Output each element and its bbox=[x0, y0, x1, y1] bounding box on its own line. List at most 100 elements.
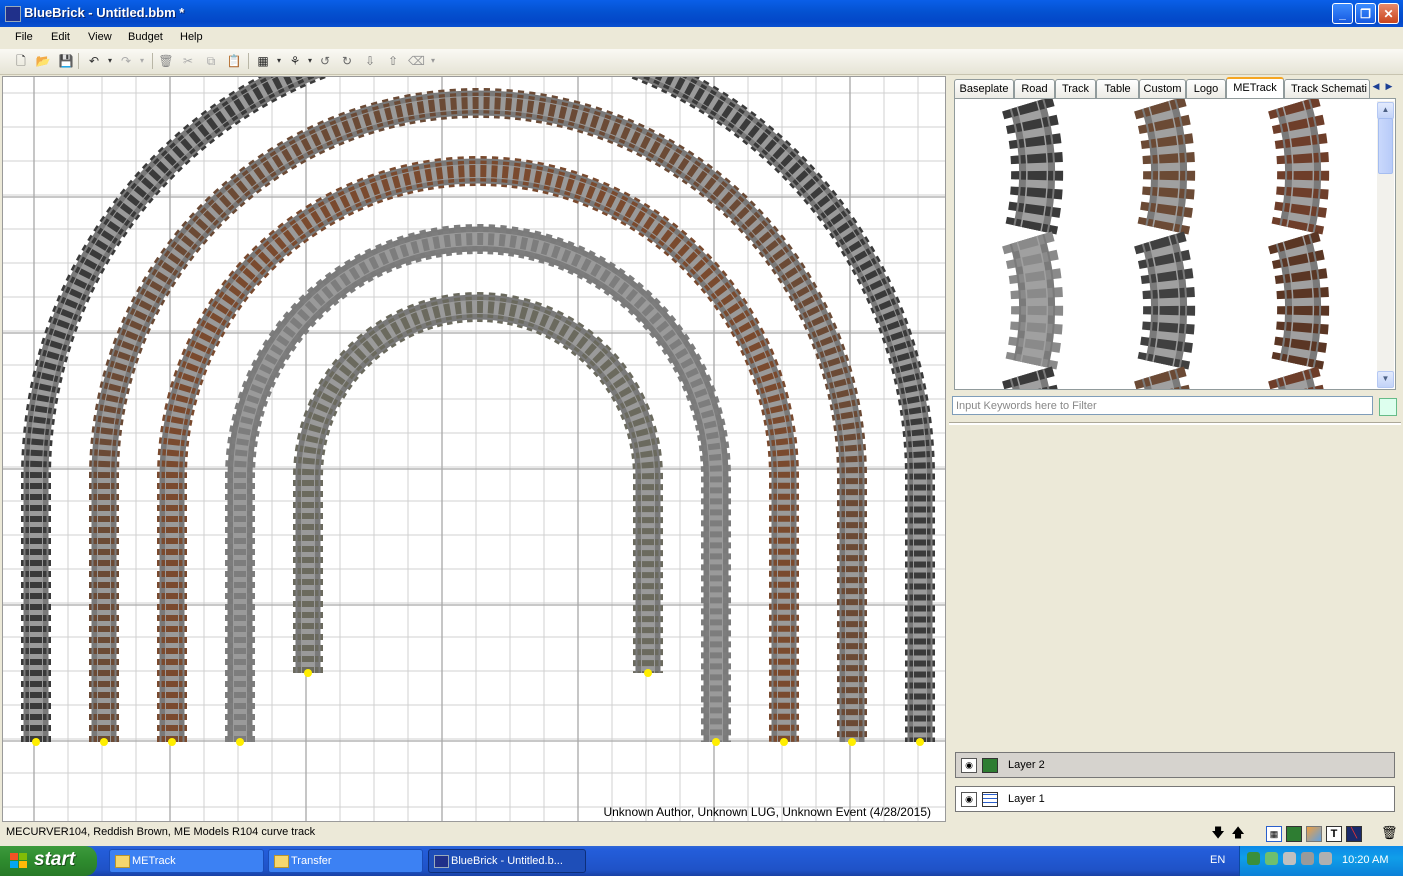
tab-track[interactable]: Track bbox=[1055, 79, 1096, 98]
track-arc-3[interactable] bbox=[157, 156, 799, 746]
security-icon[interactable] bbox=[1283, 852, 1296, 865]
folder-icon bbox=[274, 855, 289, 868]
bring-front-icon[interactable]: ⇧ bbox=[385, 53, 401, 69]
task-metrack[interactable]: METrack bbox=[109, 849, 264, 873]
filter-input[interactable]: Input Keywords here to Filter bbox=[952, 396, 1373, 415]
part-thumbnail[interactable] bbox=[1267, 99, 1330, 235]
task-bluebrick[interactable]: BlueBrick - Untitled.b... bbox=[428, 849, 586, 873]
undo-dropdown-icon[interactable]: ▾ bbox=[102, 53, 118, 69]
eye-icon[interactable]: ◉ bbox=[961, 758, 977, 773]
part-thumbnail[interactable] bbox=[1267, 231, 1330, 370]
part-thumbnail[interactable] bbox=[1133, 231, 1196, 370]
menu-file[interactable]: File bbox=[15, 31, 33, 43]
scroll-down-icon[interactable]: ▼ bbox=[1377, 371, 1394, 388]
windows-logo-icon bbox=[10, 853, 27, 868]
scroll-thumb[interactable] bbox=[1378, 118, 1393, 174]
part-thumbnail[interactable] bbox=[1267, 366, 1324, 389]
update-icon[interactable] bbox=[1319, 852, 1332, 865]
paint-dropdown-icon[interactable]: ▾ bbox=[302, 53, 318, 69]
tab-track-schematic[interactable]: Track Schemati bbox=[1284, 79, 1370, 98]
parts-thumbnails[interactable] bbox=[955, 99, 1380, 389]
cut-icon[interactable]: ✂ bbox=[180, 53, 196, 69]
restore-button[interactable]: ❐ bbox=[1355, 3, 1376, 24]
tab-custom[interactable]: Custom bbox=[1139, 79, 1186, 98]
track-arc-5[interactable] bbox=[293, 292, 663, 677]
paste-icon[interactable]: 📋 bbox=[226, 53, 242, 69]
menu-edit[interactable]: Edit bbox=[51, 31, 70, 43]
safely-remove-icon[interactable] bbox=[1265, 852, 1278, 865]
new-icon[interactable]: 🗋 bbox=[13, 53, 29, 69]
redo-icon[interactable]: ↷ bbox=[118, 53, 134, 69]
tab-baseplate[interactable]: Baseplate bbox=[954, 79, 1014, 98]
tab-metrack[interactable]: METrack bbox=[1226, 77, 1284, 99]
volume-icon[interactable] bbox=[1301, 852, 1314, 865]
language-indicator[interactable]: EN bbox=[1210, 854, 1225, 866]
tab-logo[interactable]: Logo bbox=[1186, 79, 1226, 98]
close-button[interactable]: ✕ bbox=[1378, 3, 1399, 24]
send-back-icon[interactable]: ⇩ bbox=[362, 53, 378, 69]
save-icon[interactable]: 💾 bbox=[58, 53, 74, 69]
brick-layer-icon bbox=[982, 758, 998, 773]
tab-scroll-left-icon[interactable]: ◀ bbox=[1370, 81, 1382, 93]
layer-row-2[interactable]: ◉ Layer 2 bbox=[955, 752, 1395, 778]
paint-icon[interactable]: ⚘ bbox=[287, 53, 303, 69]
menu-budget[interactable]: Budget bbox=[128, 31, 163, 43]
tab-road[interactable]: Road bbox=[1014, 79, 1055, 98]
tab-table[interactable]: Table bbox=[1096, 79, 1139, 98]
clock: 10:20 AM bbox=[1342, 854, 1389, 866]
part-thumbnail[interactable] bbox=[1133, 99, 1196, 235]
new-area-layer-icon[interactable] bbox=[1306, 826, 1322, 842]
new-brick-layer-icon[interactable] bbox=[1286, 826, 1302, 842]
parts-library[interactable] bbox=[954, 98, 1396, 390]
part-thumbnail[interactable] bbox=[1133, 366, 1190, 389]
task-label: Transfer bbox=[291, 855, 332, 867]
menu-help[interactable]: Help bbox=[180, 31, 203, 43]
move-layer-up-icon[interactable]: 🡅 bbox=[1231, 826, 1245, 840]
open-icon[interactable]: 📂 bbox=[35, 53, 51, 69]
network-icon[interactable] bbox=[1247, 852, 1260, 865]
status-text: MECURVER104, Reddish Brown, ME Models R1… bbox=[6, 826, 316, 838]
snap-dropdown-icon[interactable]: ▾ bbox=[271, 53, 287, 69]
new-grid-layer-icon[interactable]: ▦ bbox=[1266, 826, 1282, 842]
new-text-layer-icon[interactable]: T bbox=[1326, 826, 1342, 842]
delete-icon[interactable]: 🗑 bbox=[158, 53, 174, 69]
eye-icon[interactable]: ◉ bbox=[961, 792, 977, 807]
parts-scrollbar[interactable]: ▲ ▼ bbox=[1377, 101, 1394, 388]
eraser-icon[interactable]: ⌫ bbox=[408, 53, 425, 69]
part-thumbnail[interactable] bbox=[1001, 231, 1064, 370]
toolbar-separator bbox=[152, 53, 153, 69]
task-label: METrack bbox=[132, 855, 176, 867]
filter-options-icon[interactable] bbox=[1379, 398, 1397, 416]
menu-view[interactable]: View bbox=[88, 31, 112, 43]
eraser-dropdown-icon[interactable]: ▾ bbox=[425, 53, 441, 69]
track-arc-2[interactable] bbox=[89, 88, 867, 746]
window-title: BlueBrick - Untitled.bbm * bbox=[24, 5, 185, 20]
task-transfer[interactable]: Transfer bbox=[268, 849, 423, 873]
panel-splitter[interactable] bbox=[949, 422, 1401, 425]
map-drawing[interactable] bbox=[3, 77, 945, 821]
toolbar: 🗋 📂 💾 ↶ ▾ ↷ ▾ 🗑 ✂ ⧉ 📋 ▦ ▾ ⚘ ▾ ↺ ↻ ⇩ ⇧ ⌫ … bbox=[0, 49, 1403, 75]
bluebrick-app-icon bbox=[5, 6, 21, 22]
minimize-button[interactable]: _ bbox=[1332, 3, 1353, 24]
bluebrick-app-icon bbox=[434, 855, 449, 868]
grid-layer-icon bbox=[982, 792, 998, 807]
rotate-right-icon[interactable]: ↻ bbox=[339, 53, 355, 69]
task-label: BlueBrick - Untitled.b... bbox=[451, 855, 563, 867]
copy-icon[interactable]: ⧉ bbox=[203, 53, 219, 69]
move-layer-down-icon[interactable]: 🡇 bbox=[1211, 826, 1225, 840]
map-canvas[interactable]: Unknown Author, Unknown LUG, Unknown Eve… bbox=[2, 76, 946, 822]
delete-layer-icon[interactable]: 🗑 bbox=[1381, 826, 1398, 840]
redo-dropdown-icon[interactable]: ▾ bbox=[134, 53, 150, 69]
part-thumbnail[interactable] bbox=[1001, 366, 1058, 389]
new-ruler-layer-icon[interactable]: ╲ bbox=[1346, 826, 1362, 842]
layer-row-1[interactable]: ◉ Layer 1 bbox=[955, 786, 1395, 812]
snap-grid-icon[interactable]: ▦ bbox=[255, 53, 271, 69]
map-credit: Unknown Author, Unknown LUG, Unknown Eve… bbox=[603, 805, 931, 819]
scroll-up-icon[interactable]: ▲ bbox=[1377, 102, 1394, 119]
undo-icon[interactable]: ↶ bbox=[86, 53, 102, 69]
status-bar: MECURVER104, Reddish Brown, ME Models R1… bbox=[0, 822, 946, 844]
tab-scroll-right-icon[interactable]: ▶ bbox=[1383, 81, 1395, 93]
rotate-left-icon[interactable]: ↺ bbox=[317, 53, 333, 69]
title-bar[interactable]: BlueBrick - Untitled.bbm * _ ❐ ✕ bbox=[0, 0, 1403, 27]
part-thumbnail[interactable] bbox=[1001, 99, 1064, 235]
